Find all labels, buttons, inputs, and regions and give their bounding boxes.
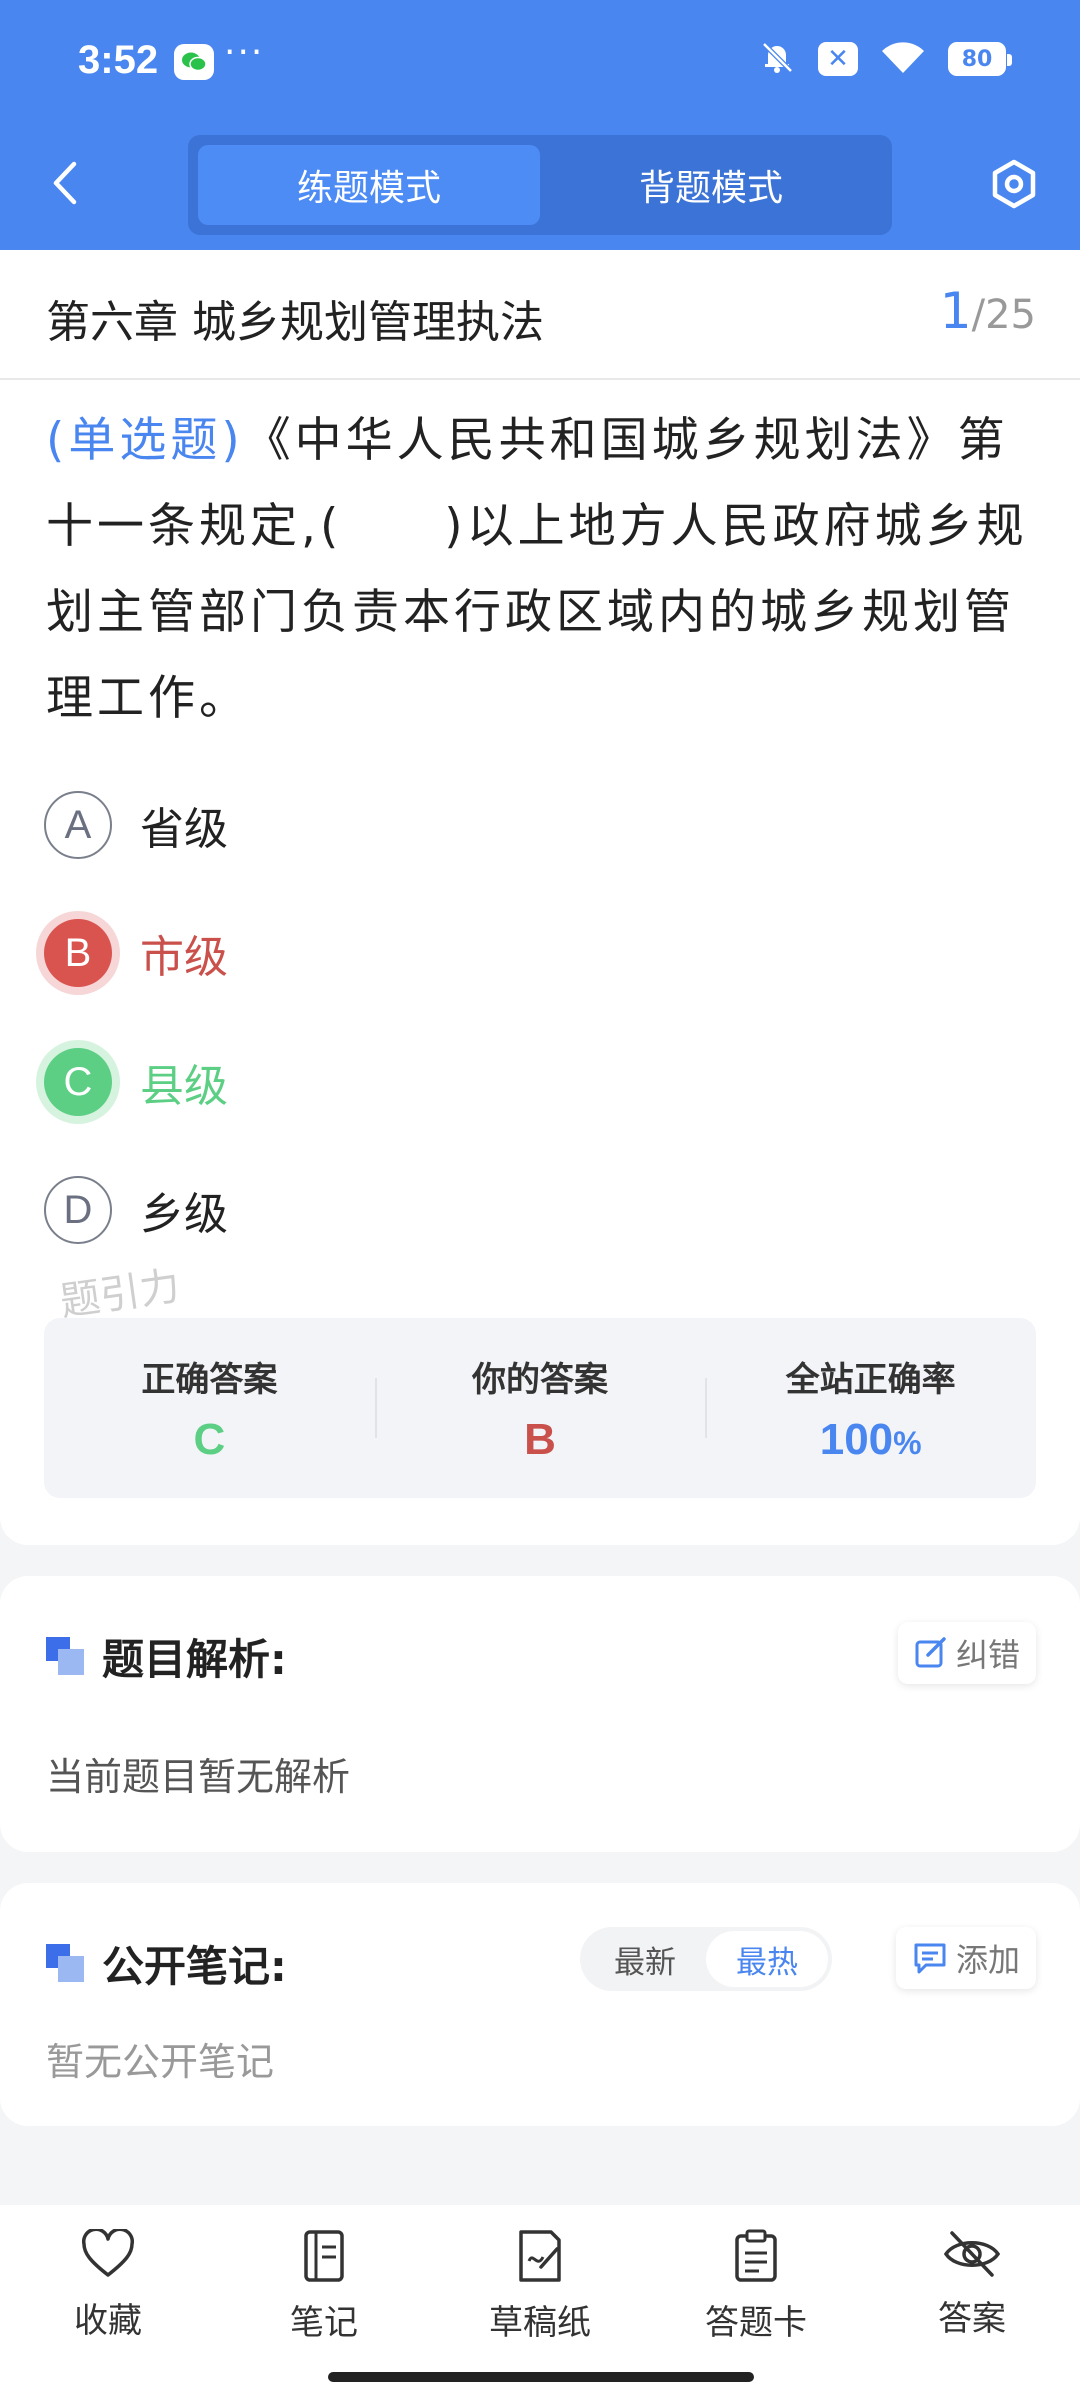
option-letter: C (44, 1048, 112, 1116)
report-error-button[interactable]: 纠错 (897, 1622, 1036, 1684)
option-letter: D (44, 1176, 112, 1244)
answer-sheet-label: 答题卡 (705, 2303, 807, 2343)
analysis-body: 当前题目暂无解析 (46, 1755, 351, 1799)
option-letter: A (44, 791, 112, 859)
add-note-label: 添加 (955, 1941, 1020, 1979)
correct-answer: 正确答案 C (44, 1318, 375, 1498)
back-button[interactable] (40, 158, 90, 208)
app-header: 3:52 ··· ✕ 80 练题模式 背题模式 (0, 0, 1080, 250)
settings-button[interactable] (984, 154, 1044, 214)
heart-icon (82, 2229, 134, 2277)
scratch-paper-label: 草稿纸 (489, 2303, 591, 2343)
comment-icon (914, 1943, 946, 1974)
chevron-left-icon (53, 161, 77, 205)
status-time: 3:52 (78, 38, 159, 82)
status-icons: ✕ 80 (758, 38, 1012, 80)
wechat-icon (174, 44, 214, 80)
notes-title: 公开笔记: (46, 1933, 287, 1994)
eye-off-icon (943, 2231, 1001, 2277)
progress-separator: / (971, 292, 986, 338)
your-answer: 你的答案 B (374, 1318, 706, 1498)
accuracy-rate-label: 全站正确率 (785, 1359, 956, 1400)
edit-icon (915, 1637, 946, 1668)
bottom-toolbar: 收藏 笔记 草稿纸 答题卡 答案 (0, 2205, 1080, 2400)
correct-answer-value: C (193, 1414, 226, 1464)
accuracy-rate-unit: % (893, 1424, 922, 1461)
question-text: (单选题)《中华人民共和国城乡规划法》第十一条规定,( )以上地方人民政府城乡规… (46, 398, 1036, 742)
notes-button[interactable]: 笔记 (244, 2229, 404, 2344)
accuracy-rate-number: 100 (819, 1414, 894, 1464)
scratch-paper-button[interactable]: 草稿纸 (460, 2229, 620, 2344)
question-progress: 1/25 (940, 282, 1036, 340)
analysis-card: 题目解析: 纠错 当前题目暂无解析 (0, 1576, 1080, 1852)
analysis-title-text: 题目解析: (102, 1635, 287, 1684)
question-type: (单选题) (46, 413, 244, 468)
analysis-title: 题目解析: (46, 1626, 287, 1687)
progress-total: 25 (985, 292, 1036, 338)
status-bar: 3:52 ··· ✕ 80 (0, 0, 1080, 125)
accuracy-rate: 全站正确率 100% (705, 1318, 1036, 1498)
close-app-icon: ✕ (818, 42, 858, 76)
answer-summary: 正确答案 C 你的答案 B 全站正确率 100% (44, 1318, 1036, 1498)
chapter-header: 第六章 城乡规划管理执法 1/25 (0, 250, 1080, 380)
option-text: 市级 (140, 932, 228, 983)
watermark: 题引力 (57, 1263, 183, 1326)
option-b[interactable]: B 市级 (44, 913, 228, 993)
tab-practice-mode[interactable]: 练题模式 (198, 145, 540, 225)
correct-answer-label: 正确答案 (141, 1359, 278, 1400)
notes-sort-toggle: 最新 最热 (580, 1927, 832, 1991)
notes-empty-text: 暂无公开笔记 (46, 2040, 275, 2084)
question-card: 第六章 城乡规划管理执法 1/25 (单选题)《中华人民共和国城乡规划法》第十一… (0, 250, 1080, 1545)
option-c[interactable]: C 县级 (44, 1042, 228, 1122)
draft-paper-icon (519, 2230, 561, 2282)
option-a[interactable]: A 省级 (44, 785, 228, 865)
hexagon-settings-icon (992, 159, 1036, 209)
accuracy-rate-value: 100% (820, 1415, 922, 1465)
your-answer-label: 你的答案 (472, 1359, 608, 1400)
battery-icon: 80 (948, 42, 1012, 76)
option-letter: B (44, 919, 112, 987)
notes-label: 笔记 (290, 2303, 358, 2343)
option-d[interactable]: D 乡级 (44, 1170, 228, 1250)
chapter-title: 第六章 城乡规划管理执法 (46, 297, 544, 348)
more-notifications-icon: ··· (224, 32, 265, 73)
favorite-label: 收藏 (74, 2301, 142, 2341)
notes-title-text: 公开笔记: (102, 1942, 287, 1991)
add-note-button[interactable]: 添加 (895, 1927, 1036, 1989)
section-square-icon (46, 1943, 86, 1984)
bell-muted-icon (758, 38, 796, 80)
show-answer-button[interactable]: 答案 (892, 2229, 1052, 2340)
option-text: 省级 (140, 804, 228, 855)
clipboard-icon (735, 2229, 777, 2282)
option-text: 乡级 (140, 1189, 228, 1240)
your-answer-value: B (524, 1414, 556, 1464)
public-notes-card: 公开笔记: 最新 最热 添加 暂无公开笔记 (0, 1883, 1080, 2126)
show-answer-label: 答案 (938, 2299, 1006, 2339)
home-indicator (328, 2372, 754, 2382)
wifi-icon (880, 39, 926, 79)
progress-current: 1 (939, 282, 972, 340)
section-square-icon (46, 1636, 86, 1677)
sort-hottest[interactable]: 最热 (706, 1931, 828, 1987)
option-text: 县级 (140, 1061, 228, 1112)
battery-level: 80 (961, 46, 993, 72)
favorite-button[interactable]: 收藏 (28, 2229, 188, 2342)
answer-sheet-button[interactable]: 答题卡 (676, 2229, 836, 2344)
tab-memorize-mode[interactable]: 背题模式 (540, 145, 882, 225)
report-error-label: 纠错 (955, 1636, 1020, 1674)
mode-switch: 练题模式 背题模式 (188, 135, 892, 235)
notebook-icon (304, 2230, 344, 2282)
sort-newest[interactable]: 最新 (584, 1931, 706, 1987)
